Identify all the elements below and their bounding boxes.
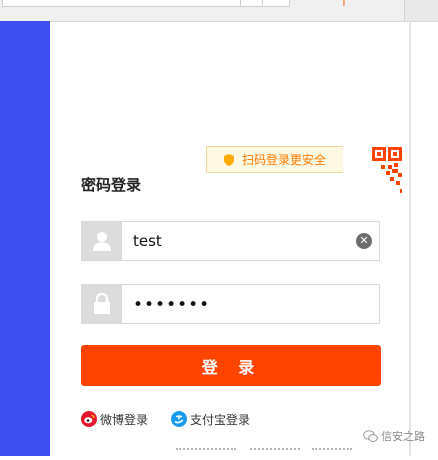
- login-button[interactable]: 登 录: [81, 345, 381, 386]
- alipay-login-label: 支付宝登录: [190, 412, 251, 427]
- username-input[interactable]: test: [133, 222, 162, 260]
- watermark-text: 信安之路: [381, 430, 425, 443]
- right-divider: [409, 21, 411, 456]
- lock-icon: [82, 285, 122, 323]
- shield-icon: [224, 153, 234, 166]
- watermark: 信安之路: [363, 428, 425, 444]
- username-field[interactable]: test ✕: [81, 221, 380, 261]
- qr-tip-text: 扫码登录更安全: [242, 153, 327, 167]
- password-field[interactable]: •••••••: [81, 284, 380, 324]
- left-brand-panel: [0, 21, 50, 456]
- wechat-icon: [363, 429, 378, 442]
- weibo-login-link[interactable]: 微博登录: [81, 410, 148, 428]
- toolbar-mark-icon: ╵: [340, 0, 348, 13]
- qr-code-icon[interactable]: [343, 145, 403, 203]
- footer-link-cut: [176, 448, 236, 460]
- qr-login-tip: 扫码登录更安全: [206, 146, 351, 173]
- weibo-login-label: 微博登录: [100, 412, 149, 427]
- page-title: 密码登录: [81, 176, 142, 194]
- alipay-icon: [171, 411, 187, 427]
- footer-link-cut: [312, 448, 352, 460]
- weibo-icon: [81, 411, 97, 427]
- browser-top-bar: ╵: [0, 0, 438, 22]
- user-icon: [82, 222, 122, 260]
- clear-icon[interactable]: ✕: [356, 233, 372, 249]
- password-input[interactable]: •••••••: [133, 286, 210, 324]
- window-scrollbar-top: [404, 0, 438, 21]
- tab-divider: [240, 0, 241, 6]
- footer-link-cut: [250, 448, 300, 460]
- alipay-login-link[interactable]: 支付宝登录: [171, 410, 250, 428]
- tab-divider: [262, 0, 263, 6]
- address-bar-remnant[interactable]: [2, 0, 290, 7]
